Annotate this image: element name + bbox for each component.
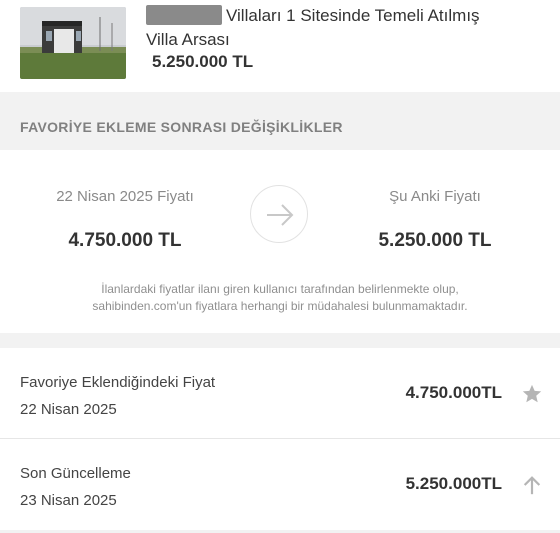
history-price: 5.250.000TL — [405, 474, 502, 493]
arrow-up-icon — [523, 476, 541, 495]
history-price: 4.750.000TL — [405, 383, 502, 402]
disclaimer-line2: sahibinden.com'un fiyatlara herhangi bir… — [92, 299, 468, 313]
section-divider — [0, 333, 560, 348]
arrow-right-icon — [250, 185, 308, 243]
listing-summary[interactable]: Villaları 1 Sitesinde Temeli Atılmış Vil… — [0, 0, 560, 92]
new-price-label: Şu Anki Fiyatı — [389, 188, 481, 205]
listing-title-line2: Villa Arsası — [146, 30, 230, 49]
disclaimer-line1: İlanlardaki fiyatlar ilanı giren kullanı… — [101, 282, 459, 296]
section-header: FAVORİYE EKLEME SONRASI DEĞİŞİKLİKLER — [0, 92, 560, 150]
old-price-label: 22 Nisan 2025 Fiyatı — [56, 188, 194, 205]
history-date: 22 Nisan 2025 — [20, 401, 117, 418]
price-disclaimer: İlanlardaki fiyatlar ilanı giren kullanı… — [30, 281, 530, 315]
new-price-column: Şu Anki Fiyatı 5.250.000 TL — [335, 188, 535, 252]
listing-thumbnail[interactable] — [20, 7, 126, 79]
history-label: Favoriye Eklendiğindeki Fiyat — [20, 374, 216, 391]
history-label: Son Güncelleme — [20, 465, 131, 482]
listing-title[interactable]: Villaları 1 Sitesinde Temeli Atılmış Vil… — [146, 4, 546, 52]
star-icon — [522, 384, 542, 403]
history-row-update: Son Güncelleme 23 Nisan 2025 5.250.000TL — [0, 439, 560, 530]
history-date: 23 Nisan 2025 — [20, 492, 117, 509]
listing-title-line1: Villaları 1 Sitesinde Temeli Atılmış — [226, 6, 480, 25]
old-price-column: 22 Nisan 2025 Fiyatı 4.750.000 TL — [25, 188, 225, 252]
history-row-favorite: Favoriye Eklendiğindeki Fiyat 22 Nisan 2… — [0, 348, 560, 439]
new-price-value: 5.250.000 TL — [378, 230, 492, 251]
old-price-value: 4.750.000 TL — [68, 230, 182, 251]
section-heading: FAVORİYE EKLEME SONRASI DEĞİŞİKLİKLER — [20, 119, 343, 135]
listing-price: 5.250.000 TL — [152, 52, 254, 71]
price-comparison: 22 Nisan 2025 Fiyatı 4.750.000 TL Şu Ank… — [0, 150, 560, 333]
